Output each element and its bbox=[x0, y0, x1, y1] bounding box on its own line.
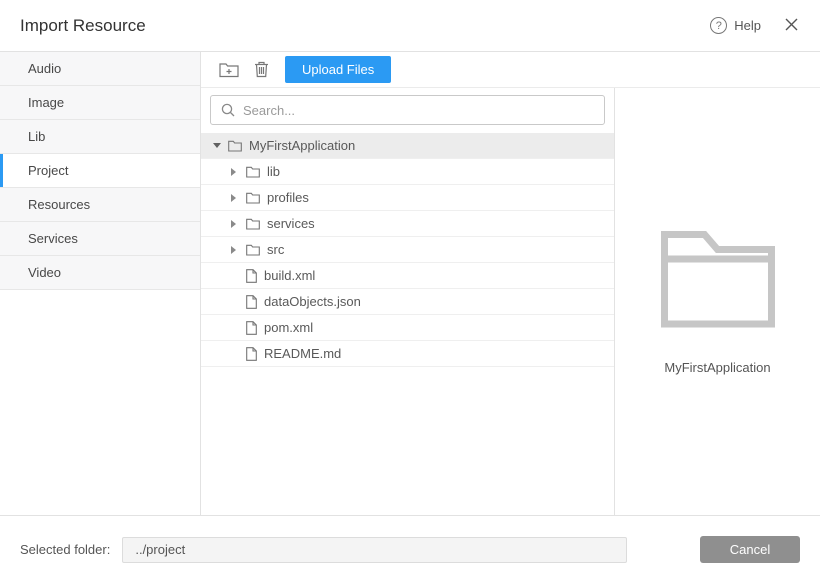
dialog-header: Import Resource ? Help bbox=[0, 0, 820, 52]
folder-icon bbox=[246, 218, 260, 230]
cancel-button[interactable]: Cancel bbox=[700, 536, 800, 563]
tree-item-label: src bbox=[267, 242, 284, 257]
tree-row-dataobjects-json[interactable]: dataObjects.json bbox=[201, 289, 614, 315]
help-icon[interactable]: ? bbox=[710, 17, 727, 34]
selected-folder-input[interactable] bbox=[122, 537, 627, 563]
tree-item-label: pom.xml bbox=[264, 320, 313, 335]
file-tree: MyFirstApplication lib bbox=[201, 133, 614, 515]
preview-folder-name: MyFirstApplication bbox=[664, 360, 770, 375]
tree-item-label: dataObjects.json bbox=[264, 294, 361, 309]
tree-row-src[interactable]: src bbox=[201, 237, 614, 263]
tree-row-build-xml[interactable]: build.xml bbox=[201, 263, 614, 289]
sidebar-item-resources[interactable]: Resources bbox=[0, 188, 200, 222]
close-icon[interactable] bbox=[783, 15, 800, 36]
folder-icon bbox=[246, 244, 260, 256]
tree-row-lib[interactable]: lib bbox=[201, 159, 614, 185]
file-icon bbox=[246, 295, 257, 309]
chevron-right-icon[interactable] bbox=[231, 220, 240, 228]
sidebar-item-label: Resources bbox=[28, 197, 90, 212]
sidebar-item-label: Services bbox=[28, 231, 78, 246]
dialog-body: Audio Image Lib Project Resources Servic… bbox=[0, 52, 820, 515]
sidebar-item-audio[interactable]: Audio bbox=[0, 52, 200, 86]
sidebar-item-label: Video bbox=[28, 265, 61, 280]
chevron-down-icon[interactable] bbox=[213, 143, 222, 148]
delete-button[interactable] bbox=[249, 58, 273, 82]
preview-panel: MyFirstApplication bbox=[615, 88, 820, 515]
file-icon bbox=[246, 347, 257, 361]
file-tree-panel: MyFirstApplication lib bbox=[201, 88, 615, 515]
sidebar-item-services[interactable]: Services bbox=[0, 222, 200, 256]
search-box bbox=[210, 95, 605, 125]
content-row: MyFirstApplication lib bbox=[201, 88, 820, 515]
sidebar-item-label: Project bbox=[28, 163, 68, 178]
help-link[interactable]: Help bbox=[734, 18, 761, 33]
sidebar-item-label: Lib bbox=[28, 129, 45, 144]
file-icon bbox=[246, 321, 257, 335]
sidebar-item-project[interactable]: Project bbox=[0, 154, 200, 188]
tree-row-myfirstapplication[interactable]: MyFirstApplication bbox=[201, 133, 614, 159]
tree-row-profiles[interactable]: profiles bbox=[201, 185, 614, 211]
folder-icon bbox=[228, 140, 242, 152]
tree-item-label: build.xml bbox=[264, 268, 315, 283]
tree-row-readme-md[interactable]: README.md bbox=[201, 341, 614, 367]
upload-files-button[interactable]: Upload Files bbox=[285, 56, 391, 83]
tree-row-services[interactable]: services bbox=[201, 211, 614, 237]
tree-item-label: MyFirstApplication bbox=[249, 138, 355, 153]
page-title: Import Resource bbox=[20, 16, 146, 36]
category-sidebar: Audio Image Lib Project Resources Servic… bbox=[0, 52, 201, 515]
sidebar-item-lib[interactable]: Lib bbox=[0, 120, 200, 154]
selected-folder-label: Selected folder: bbox=[20, 542, 110, 557]
search-icon bbox=[221, 103, 235, 117]
sidebar-item-label: Image bbox=[28, 95, 64, 110]
import-resource-dialog: Import Resource ? Help Audio Image Lib P… bbox=[0, 0, 820, 583]
sidebar-item-video[interactable]: Video bbox=[0, 256, 200, 290]
trash-icon bbox=[254, 61, 269, 78]
search-input[interactable] bbox=[243, 103, 594, 118]
big-folder-icon bbox=[658, 228, 778, 328]
file-icon bbox=[246, 269, 257, 283]
folder-icon bbox=[246, 166, 260, 178]
header-actions: ? Help bbox=[710, 15, 800, 36]
sidebar-item-label: Audio bbox=[28, 61, 61, 76]
folder-plus-icon bbox=[219, 62, 239, 78]
tree-item-label: README.md bbox=[264, 346, 341, 361]
folder-icon bbox=[246, 192, 260, 204]
sidebar-item-image[interactable]: Image bbox=[0, 86, 200, 120]
main-area: Upload Files bbox=[201, 52, 820, 515]
tree-item-label: lib bbox=[267, 164, 280, 179]
chevron-right-icon[interactable] bbox=[231, 246, 240, 254]
tree-item-label: profiles bbox=[267, 190, 309, 205]
tree-row-pom-xml[interactable]: pom.xml bbox=[201, 315, 614, 341]
tree-item-label: services bbox=[267, 216, 315, 231]
new-folder-button[interactable] bbox=[217, 58, 241, 82]
chevron-right-icon[interactable] bbox=[231, 168, 240, 176]
toolbar: Upload Files bbox=[201, 52, 820, 88]
chevron-right-icon[interactable] bbox=[231, 194, 240, 202]
dialog-footer: Selected folder: Cancel bbox=[0, 515, 820, 583]
